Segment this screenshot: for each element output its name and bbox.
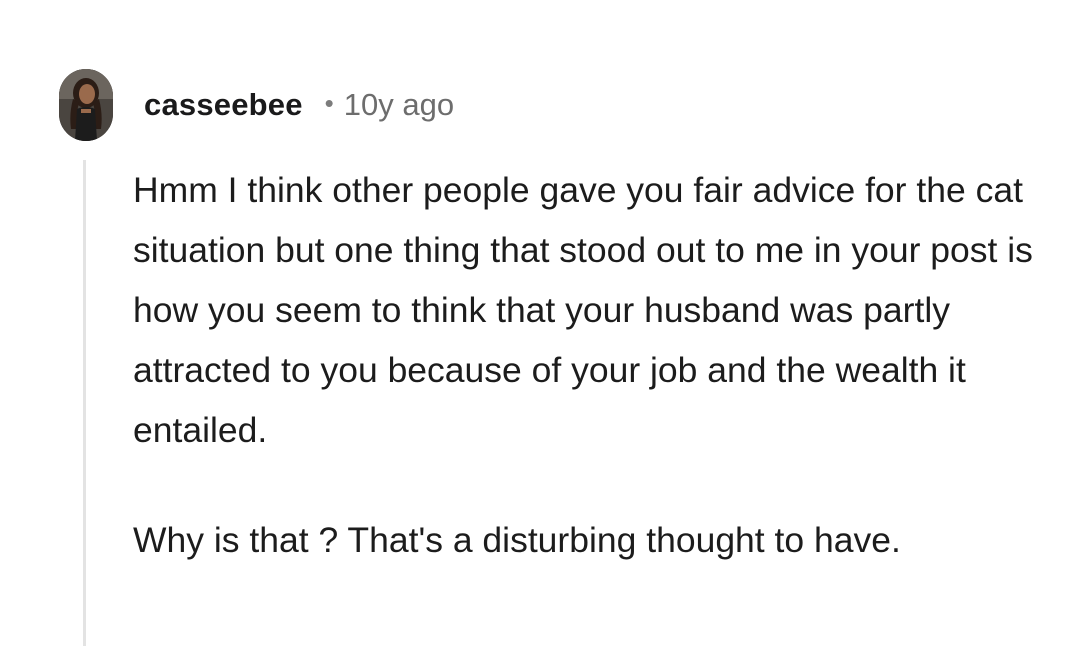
- comment: casseebee • 10y ago Hmm I think other pe…: [0, 0, 1080, 646]
- user-avatar[interactable]: [59, 69, 113, 141]
- comment-paragraph: Hmm I think other people gave you fair a…: [133, 170, 1033, 450]
- comment-timestamp: 10y ago: [343, 87, 455, 122]
- meta-separator: •: [324, 87, 334, 118]
- thread-collapse-line[interactable]: [83, 160, 86, 646]
- comment-body: Hmm I think other people gave you fair a…: [133, 160, 1033, 570]
- comment-paragraph: Why is that ? That's a disturbing though…: [133, 520, 901, 560]
- avatar-photo-icon: [59, 69, 113, 141]
- comment-meta: casseebee • 10y ago: [144, 84, 454, 126]
- username-link[interactable]: casseebee: [144, 87, 303, 123]
